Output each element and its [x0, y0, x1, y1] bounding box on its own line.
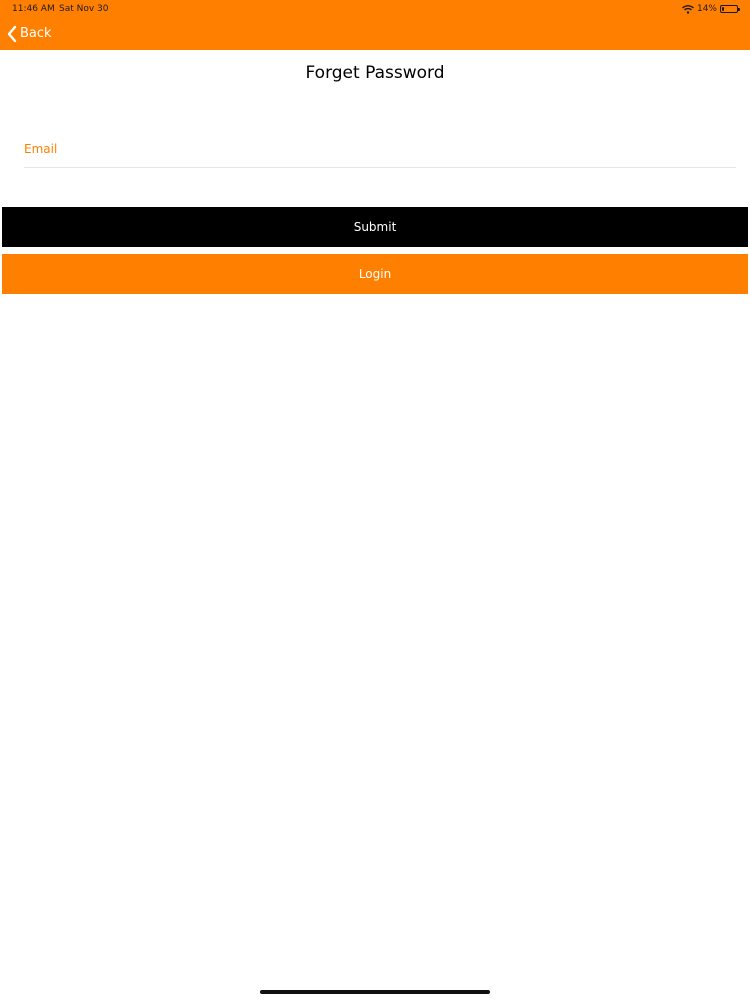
- wifi-icon: [682, 4, 694, 14]
- chevron-left-icon: [7, 25, 17, 43]
- back-label: Back: [20, 26, 52, 41]
- submit-button[interactable]: Submit: [2, 207, 748, 247]
- back-button[interactable]: Back: [6, 24, 52, 44]
- page-title: Forget Password: [305, 63, 445, 83]
- status-bar: 11:46 AM Sat Nov 30 14%: [0, 0, 750, 18]
- battery-percent: 14%: [696, 4, 717, 14]
- home-indicator: [260, 990, 490, 994]
- forget-password-screen: 11:46 AM Sat Nov 30 14% Back Forget Pass…: [0, 0, 750, 1000]
- status-time: 11:46 AM: [12, 4, 55, 14]
- login-button[interactable]: Login: [2, 254, 748, 294]
- battery-icon: [720, 5, 740, 13]
- email-field: [24, 134, 736, 168]
- orange-header: 11:46 AM Sat Nov 30 14% Back: [0, 0, 750, 50]
- email-input[interactable]: [24, 134, 736, 164]
- status-right-group: 14%: [682, 3, 740, 15]
- status-date: Sat Nov 30: [59, 4, 109, 14]
- battery-level-fill: [722, 7, 724, 11]
